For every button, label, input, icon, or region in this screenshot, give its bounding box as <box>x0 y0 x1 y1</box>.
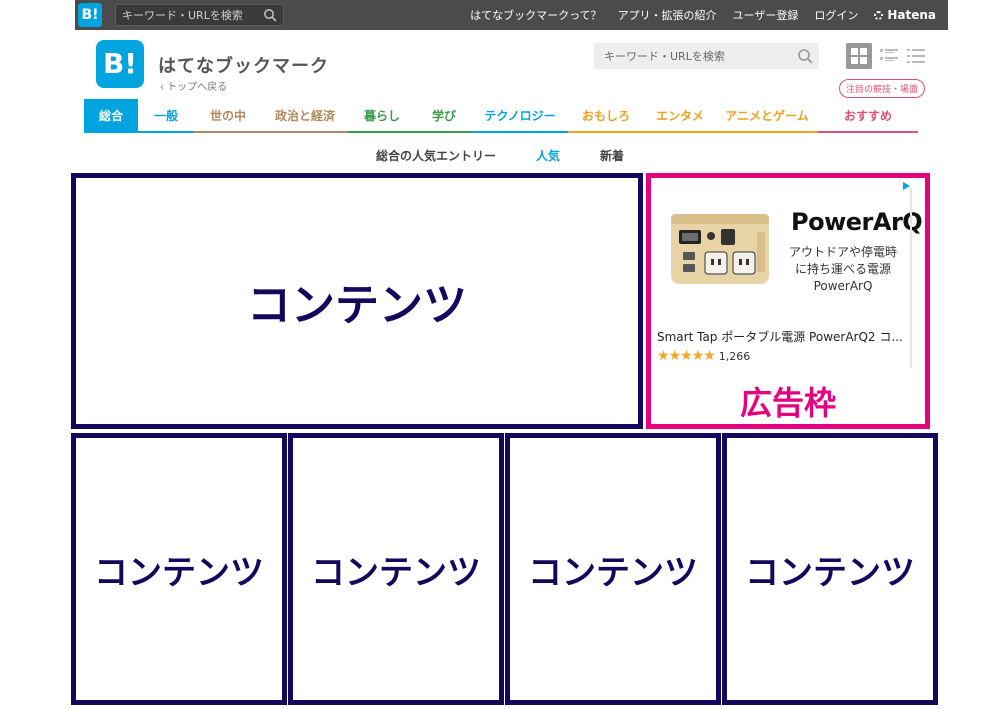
site-title[interactable]: はてなブックマーク <box>158 52 329 78</box>
category-tab-entertainment[interactable]: エンタメ <box>644 99 716 133</box>
ad-slot-label: 広告枠 <box>739 384 836 422</box>
content-block-3[interactable]: コンテンツ <box>505 433 721 705</box>
category-tab-it[interactable]: テクノロジー <box>472 99 568 133</box>
popular-tab[interactable]: 人気 <box>536 147 560 164</box>
category-tab-social[interactable]: 世の中 <box>194 99 262 133</box>
about-link[interactable]: はてなブックマークって？ <box>470 7 601 23</box>
main-search-box[interactable] <box>594 43 819 69</box>
rating-stars-icon: ★★★★★ <box>657 348 716 364</box>
entry-subnav: 総合の人気エントリー 人気 新着 <box>0 147 1000 164</box>
category-tab-general[interactable]: 一般 <box>138 99 194 133</box>
entry-list-heading: 総合の人気エントリー <box>375 149 496 163</box>
ad-scrollbar[interactable] <box>910 188 912 368</box>
ad-description[interactable]: アウトドアや停電時に持ち運べる電源PowerArQ <box>789 244 897 295</box>
ad-rating: ★★★★★ 1,266 <box>657 348 750 364</box>
apps-link[interactable]: アプリ・拡張の紹介 <box>618 7 717 23</box>
back-to-top-link[interactable]: ‹ トップへ戻る <box>160 78 227 93</box>
ad-frame[interactable]: PowerArQ アウトドアや停電時に持ち運べる電源PowerArQ Smart… <box>646 173 930 429</box>
category-tab-game[interactable]: アニメとゲーム <box>716 99 818 133</box>
category-tab-knowledge[interactable]: 学び <box>416 99 472 133</box>
hatena-brand-link[interactable]: Hatena <box>874 8 936 22</box>
new-tab[interactable]: 新着 <box>600 147 624 164</box>
hatena-bookmark-logo[interactable]: B! <box>96 40 144 88</box>
signup-link[interactable]: ユーザー登録 <box>733 7 799 23</box>
ad-brand-name[interactable]: PowerArQ <box>791 208 923 236</box>
main-search-input[interactable] <box>604 47 784 65</box>
login-link[interactable]: ログイン <box>814 7 858 23</box>
global-search-input[interactable] <box>122 7 262 23</box>
category-nav: 総合 一般 世の中 政治と経済 暮らし 学び テクノロジー おもしろ エンタメ … <box>84 99 918 133</box>
hatena-dots-icon <box>874 10 884 20</box>
hatena-bookmark-small-logo[interactable]: B! <box>78 3 102 27</box>
category-tab-general-all[interactable]: 総合 <box>84 99 138 133</box>
search-icon[interactable] <box>263 8 277 22</box>
content-block-1[interactable]: コンテンツ <box>71 433 287 705</box>
power-station-image[interactable] <box>665 202 775 292</box>
category-tab-economics[interactable]: 政治と経済 <box>262 99 348 133</box>
search-icon[interactable] <box>797 48 813 64</box>
content-block-main[interactable]: コンテンツ <box>71 173 643 429</box>
ad-review-count: 1,266 <box>718 349 751 363</box>
category-tab-fun[interactable]: おもしろ <box>568 99 644 133</box>
hatena-brand-label: Hatena <box>887 8 936 22</box>
ad-product-title[interactable]: Smart Tap ポータブル電源 PowerArQ2 コ... <box>657 328 907 345</box>
global-header-bar: B! はてなブックマークって？ アプリ・拡張の紹介 ユーザー登録 ログイン Ha… <box>75 0 948 30</box>
category-tab-recommend[interactable]: おすすめ <box>818 99 918 133</box>
category-tab-life[interactable]: 暮らし <box>348 99 416 133</box>
content-block-2[interactable]: コンテンツ <box>288 433 504 705</box>
list-view-icon[interactable] <box>876 43 902 69</box>
compact-view-icon[interactable] <box>903 43 929 69</box>
content-block-4[interactable]: コンテンツ <box>722 433 938 705</box>
global-links: はてなブックマークって？ アプリ・拡張の紹介 ユーザー登録 ログイン Haten… <box>470 0 936 30</box>
global-search-box[interactable] <box>115 4 284 26</box>
notice-badge[interactable]: 注目の競技・場面 <box>839 79 926 98</box>
grid-view-icon[interactable] <box>846 43 872 69</box>
